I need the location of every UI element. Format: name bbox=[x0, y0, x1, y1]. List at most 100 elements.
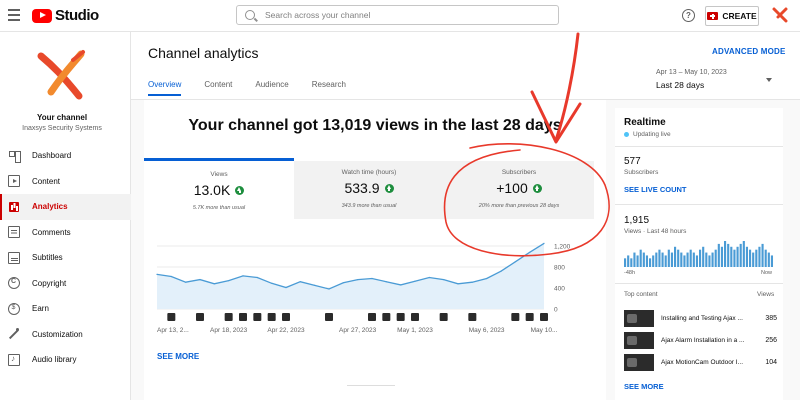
menu-icon[interactable] bbox=[8, 9, 20, 21]
realtime-bar bbox=[695, 255, 699, 267]
create-video-icon bbox=[707, 12, 719, 20]
see-more-button[interactable]: SEE MORE bbox=[157, 352, 199, 361]
help-icon[interactable]: ? bbox=[682, 9, 695, 22]
sidebar-item-copyright[interactable]: Copyright bbox=[0, 271, 131, 297]
realtime-bar bbox=[705, 252, 708, 267]
channel-title: Your channel bbox=[36, 113, 88, 122]
y-tick-label: 0 bbox=[554, 307, 558, 314]
video-marker bbox=[540, 313, 548, 321]
realtime-bar bbox=[658, 249, 661, 267]
see-live-count-button[interactable]: SEE LIVE COUNT bbox=[624, 185, 687, 194]
video-marker bbox=[196, 313, 204, 321]
data-point bbox=[500, 270, 502, 272]
realtime-bar bbox=[686, 252, 689, 267]
arrow-up-icon bbox=[235, 185, 245, 195]
data-point bbox=[471, 281, 473, 283]
advanced-mode-link[interactable]: ADVANCED MODE bbox=[712, 47, 786, 56]
x-tick-label: May 6, 2023 bbox=[469, 327, 505, 334]
realtime-bar bbox=[649, 258, 652, 267]
data-point bbox=[299, 281, 301, 283]
updating-live-label: Updating live bbox=[633, 131, 671, 138]
chevron-down-icon[interactable] bbox=[766, 78, 772, 82]
sidebar-item-label: Content bbox=[32, 176, 61, 186]
views-chart[interactable]: 1,200 800 400 0 Apr 13, 2... Apr 18, 2023 Apr … bbox=[144, 238, 606, 353]
x-tick-label: Apr 18, 2023 bbox=[210, 327, 248, 334]
realtime-bar bbox=[717, 243, 720, 267]
list-item[interactable]: Ajax MotionCam Outdoor I... 104 bbox=[624, 353, 779, 371]
data-point bbox=[256, 276, 258, 279]
realtime-bar bbox=[711, 252, 714, 267]
account-avatar[interactable] bbox=[770, 5, 790, 25]
data-point bbox=[242, 275, 244, 277]
metric-value: 533.9 bbox=[344, 180, 380, 196]
studio-logo[interactable]: Studio bbox=[32, 7, 99, 24]
search-box[interactable] bbox=[236, 5, 559, 25]
content-icon bbox=[8, 175, 20, 188]
realtime-bar bbox=[767, 252, 770, 267]
realtime-bar-chart[interactable] bbox=[624, 241, 774, 267]
realtime-see-more-button[interactable]: SEE MORE bbox=[624, 382, 664, 391]
create-button[interactable]: CREATE bbox=[705, 6, 759, 26]
search-input[interactable] bbox=[265, 8, 545, 22]
video-views: 104 bbox=[765, 358, 777, 366]
metric-label: Subscribers bbox=[501, 169, 537, 176]
page-title: Channel analytics bbox=[148, 45, 259, 61]
video-marker bbox=[167, 313, 176, 321]
metric-subscribers[interactable]: Subscribers +100 20% more than previous … bbox=[444, 161, 594, 219]
sidebar-item-audio-library[interactable]: Audio library bbox=[0, 347, 131, 373]
x-tick-label: May 10... bbox=[531, 327, 558, 334]
dashboard-icon bbox=[8, 150, 21, 163]
realtime-bar bbox=[661, 252, 664, 267]
video-marker bbox=[239, 313, 247, 321]
realtime-bar bbox=[699, 249, 702, 267]
video-marker bbox=[396, 313, 405, 321]
realtime-bar bbox=[683, 255, 686, 267]
realtime-bar bbox=[664, 255, 667, 267]
realtime-bar bbox=[761, 243, 764, 267]
realtime-bar bbox=[739, 243, 742, 267]
realtime-views-label: Views · Last 48 hours bbox=[624, 228, 687, 235]
tab-overview[interactable]: Overview bbox=[148, 80, 182, 96]
data-point bbox=[271, 282, 273, 284]
video-title: Installing and Testing Ajax ... bbox=[661, 314, 743, 322]
realtime-bar bbox=[764, 249, 767, 267]
realtime-bar bbox=[724, 241, 727, 267]
sidebar-item-analytics[interactable]: Analytics bbox=[0, 194, 131, 220]
realtime-bar bbox=[630, 258, 633, 267]
video-marker bbox=[368, 313, 376, 321]
tab-audience[interactable]: Audience bbox=[255, 80, 288, 96]
divider bbox=[615, 146, 783, 147]
realtime-bar bbox=[758, 246, 761, 267]
metric-views[interactable]: Views 13.0K 5.7K more than usual bbox=[144, 158, 294, 218]
data-point bbox=[185, 281, 187, 283]
x-tick-label: Apr 22, 2023 bbox=[267, 327, 305, 334]
sidebar-item-label: Analytics bbox=[32, 202, 68, 212]
data-point bbox=[457, 283, 459, 285]
data-point bbox=[400, 284, 402, 286]
sidebar-item-earn[interactable]: Earn bbox=[0, 296, 131, 322]
video-views: 256 bbox=[765, 336, 777, 344]
realtime-bar bbox=[730, 246, 733, 267]
views-column-label: Views bbox=[757, 291, 775, 298]
list-item[interactable]: Installing and Testing Ajax ... 385 bbox=[624, 309, 779, 327]
tab-research[interactable]: Research bbox=[312, 80, 346, 96]
channel-avatar[interactable] bbox=[33, 46, 91, 104]
video-marker bbox=[439, 313, 448, 321]
video-marker bbox=[525, 313, 534, 321]
analytics-tabs: Overview Content Audience Research bbox=[148, 80, 369, 96]
sidebar-item-customization[interactable]: Customization bbox=[0, 322, 131, 348]
video-marker bbox=[325, 313, 333, 321]
logo-text: Studio bbox=[55, 7, 99, 24]
date-range-picker[interactable]: Apr 13 – May 10, 2023 Last 28 days bbox=[656, 69, 727, 90]
sidebar-item-label: Dashboard bbox=[32, 151, 72, 161]
realtime-bar bbox=[627, 255, 630, 267]
list-item[interactable]: Ajax Alarm Installation in a ... 256 bbox=[624, 331, 779, 349]
tab-content[interactable]: Content bbox=[204, 80, 232, 96]
realtime-bar bbox=[742, 241, 745, 267]
sidebar-item-comments[interactable]: Comments bbox=[0, 220, 131, 246]
metric-watch-time[interactable]: Watch time (hours) 533.9 343.9 more than… bbox=[294, 161, 444, 219]
data-point bbox=[314, 284, 316, 286]
sidebar-item-dashboard[interactable]: Dashboard bbox=[0, 143, 131, 169]
sidebar-item-content[interactable]: Content bbox=[0, 169, 131, 195]
sidebar-item-subtitles[interactable]: Subtitles bbox=[0, 245, 131, 271]
